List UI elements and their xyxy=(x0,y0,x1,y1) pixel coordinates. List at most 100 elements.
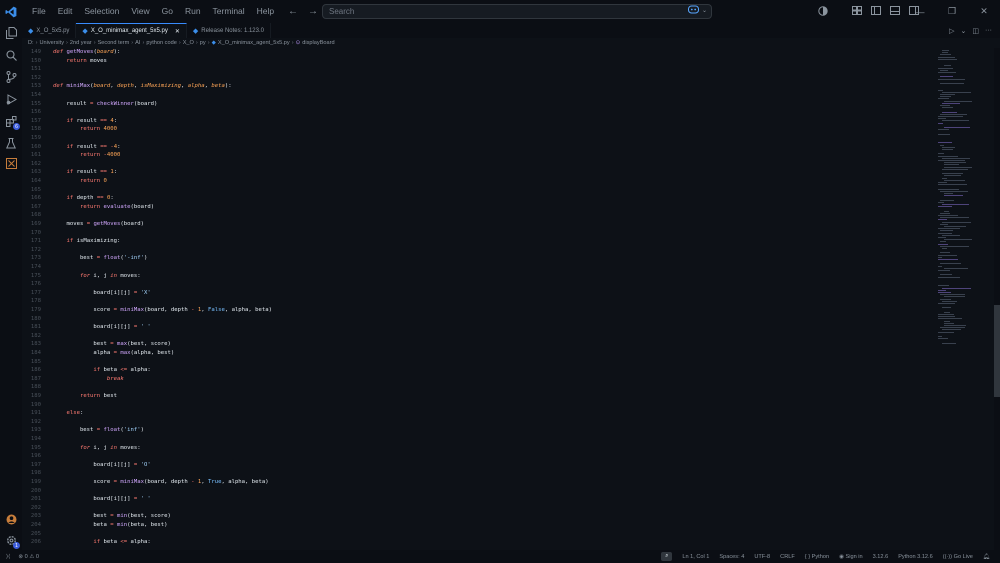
customize-layout-icon[interactable] xyxy=(852,6,862,17)
indentation[interactable]: Spaces: 4 xyxy=(719,554,744,560)
menu-file[interactable]: File xyxy=(26,0,52,23)
code-line[interactable]: 188 xyxy=(22,383,922,392)
split-editor-icon[interactable]: ◫ xyxy=(972,27,979,35)
code-line[interactable]: 153 def miniMax(board, depth, isMaximizin… xyxy=(22,82,922,91)
more-actions-icon[interactable]: ··· xyxy=(985,27,992,34)
code-line[interactable]: 194 xyxy=(22,435,922,444)
code-line[interactable]: 201 board[i][j] = ' ' xyxy=(22,495,922,504)
code-line[interactable]: 173 best = float('-inf') xyxy=(22,254,922,263)
menu-help[interactable]: Help xyxy=(251,0,280,23)
code-line[interactable]: 174 xyxy=(22,263,922,272)
breadcrumb-item[interactable]: AI xyxy=(135,40,140,46)
code-line[interactable]: 168 xyxy=(22,211,922,220)
breadcrumb-item[interactable]: py xyxy=(200,40,206,46)
code-line[interactable]: 177 board[i][j] = 'X' xyxy=(22,289,922,298)
code-line[interactable]: 155 result = checkWinner(board) xyxy=(22,100,922,109)
tab-x-o-5x5[interactable]: ◆ X_O_5x5.py xyxy=(22,23,77,38)
account-circle-icon[interactable] xyxy=(818,5,828,18)
code-line[interactable]: 152 xyxy=(22,74,922,83)
chevron-down-icon[interactable]: ⌄ xyxy=(702,7,707,14)
python-interpreter[interactable]: Python 3.12.6 xyxy=(898,554,933,560)
code-line[interactable]: 163 if result == 1: xyxy=(22,168,922,177)
code-line[interactable]: 165 xyxy=(22,186,922,195)
close-tab-icon[interactable]: ✕ xyxy=(175,28,180,35)
code-line[interactable]: 187 break xyxy=(22,375,922,384)
code-line[interactable]: 150 return moves xyxy=(22,57,922,66)
code-line[interactable]: 198 xyxy=(22,469,922,478)
command-search-input[interactable]: Search xyxy=(322,4,712,19)
forward-arrow-icon[interactable]: → xyxy=(308,6,318,17)
code-line[interactable]: 181 board[i][j] = ' ' xyxy=(22,323,922,332)
minimize-icon[interactable]: — xyxy=(904,7,936,17)
code-line[interactable]: 167 return evaluate(board) xyxy=(22,203,922,212)
language-mode[interactable]: { } Python xyxy=(805,554,829,560)
breadcrumb-item[interactable]: python code xyxy=(146,40,176,46)
breadcrumb-item[interactable]: displayBoard xyxy=(302,40,334,46)
scrollbar-thumb[interactable] xyxy=(994,305,1000,397)
code-line[interactable]: 196 xyxy=(22,452,922,461)
sign-in[interactable]: ◉ Sign in xyxy=(839,554,863,560)
code-line[interactable]: 170 xyxy=(22,229,922,238)
code-line[interactable]: 192 xyxy=(22,418,922,427)
menu-run[interactable]: Run xyxy=(179,0,207,23)
chevron-down-icon[interactable]: ⌄ xyxy=(961,27,967,35)
code-line[interactable]: 160 if result == -4: xyxy=(22,143,922,152)
menu-terminal[interactable]: Terminal xyxy=(207,0,251,23)
run-debug-icon[interactable] xyxy=(0,89,22,109)
copilot-icon[interactable] xyxy=(688,5,699,16)
explorer-icon[interactable] xyxy=(0,23,22,43)
code-line[interactable]: 151 xyxy=(22,65,922,74)
extensions-icon[interactable]: 6 xyxy=(0,111,22,131)
go-live-button[interactable]: ((·)) Go Live xyxy=(943,554,973,560)
code-line[interactable]: 200 xyxy=(22,487,922,496)
code-line[interactable]: 184 alpha = max(alpha, best) xyxy=(22,349,922,358)
code-line[interactable]: 149 def getMoves(board): xyxy=(22,48,922,57)
breadcrumb-item[interactable]: 2nd year xyxy=(70,40,92,46)
code-line[interactable]: 203 best = min(best, score) xyxy=(22,512,922,521)
python-version[interactable]: 3.12.6 xyxy=(873,554,889,560)
code-line[interactable]: 159 xyxy=(22,134,922,143)
code-line[interactable]: 164 return 0 xyxy=(22,177,922,186)
zoom-search-icon[interactable]: ⌕ xyxy=(661,552,673,561)
code-line[interactable]: 162 xyxy=(22,160,922,169)
code-editor[interactable]: 149 def getMoves(board): 150 return moves 1… xyxy=(22,48,934,550)
breadcrumb-item[interactable]: D: xyxy=(28,40,34,46)
cursor-position[interactable]: Ln 1, Col 1 xyxy=(682,554,709,560)
minimap[interactable] xyxy=(934,48,992,550)
code-line[interactable]: 182 xyxy=(22,332,922,341)
remote-explorer-icon[interactable] xyxy=(0,153,22,173)
menu-go[interactable]: Go xyxy=(156,0,179,23)
end-of-line[interactable]: CRLF xyxy=(780,554,795,560)
code-line[interactable]: 156 xyxy=(22,108,922,117)
manage-gear-icon[interactable]: 1 xyxy=(0,530,22,550)
code-line[interactable]: 190 xyxy=(22,401,922,410)
code-line[interactable]: 178 xyxy=(22,297,922,306)
search-icon[interactable] xyxy=(0,45,22,65)
file-encoding[interactable]: UTF-8 xyxy=(754,554,770,560)
tab-x-o-minimax-agent[interactable]: ◆ X_O_minimax_agent_5x5.py ✕ xyxy=(76,23,187,38)
code-line[interactable]: 202 xyxy=(22,504,922,513)
testing-flask-icon[interactable] xyxy=(0,133,22,153)
breadcrumb-item[interactable]: X_O_minimax_agent_5x5.py xyxy=(218,40,290,46)
menu-view[interactable]: View xyxy=(125,0,155,23)
code-line[interactable]: 157 if result == 4: xyxy=(22,117,922,126)
code-line[interactable]: 166 if depth == 0: xyxy=(22,194,922,203)
code-line[interactable]: 204 beta = min(beta, best) xyxy=(22,521,922,530)
accounts-icon[interactable] xyxy=(0,509,22,529)
breadcrumb-item[interactable]: Second term xyxy=(98,40,130,46)
problems-indicator[interactable]: ⊗ 0 ⚠ 0 xyxy=(18,554,39,560)
editor-scrollbar[interactable] xyxy=(994,48,1000,550)
restore-icon[interactable]: ❐ xyxy=(936,6,968,17)
code-line[interactable]: 179 score = miniMax(board, depth - 1, Fa… xyxy=(22,306,922,315)
breadcrumb-item[interactable]: University xyxy=(39,40,64,46)
code-line[interactable]: 175 for i, j in moves: xyxy=(22,272,922,281)
tab-release-notes[interactable]: ◆ Release Notes: 1.123.0 xyxy=(187,23,271,38)
source-control-icon[interactable] xyxy=(0,67,22,87)
code-line[interactable]: 197 board[i][j] = 'O' xyxy=(22,461,922,470)
notifications-bell-icon[interactable]: 🔔︎ xyxy=(983,554,990,560)
code-line[interactable]: 171 if isMaximizing: xyxy=(22,237,922,246)
code-line[interactable]: 169 moves = getMoves(board) xyxy=(22,220,922,229)
code-line[interactable]: 176 xyxy=(22,280,922,289)
back-arrow-icon[interactable]: ← xyxy=(288,6,298,17)
code-line[interactable]: 206 if beta <= alpha: xyxy=(22,538,922,547)
